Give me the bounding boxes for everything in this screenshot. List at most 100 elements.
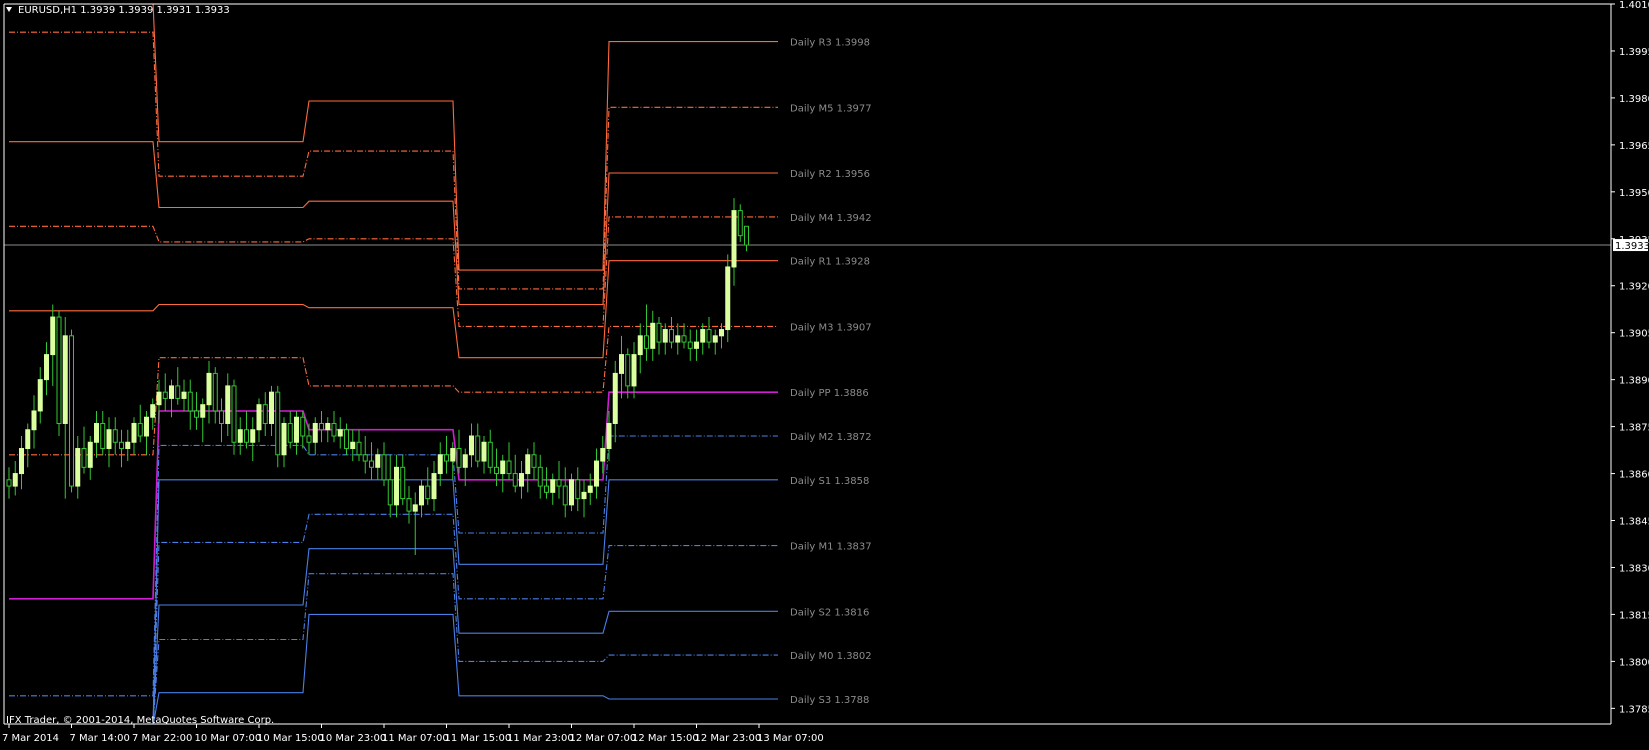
candle-body	[175, 385, 181, 399]
candle-body	[494, 466, 499, 475]
candle-body	[469, 435, 474, 456]
candle-body	[475, 435, 481, 462]
current-price-tag: 1.3933	[1613, 239, 1649, 252]
level-label-r2: Daily R2 1.3956	[790, 169, 870, 180]
candle-body	[387, 479, 393, 506]
candle-body	[556, 479, 562, 487]
candle-body	[25, 429, 31, 450]
level-label-s2: Daily S2 1.3816	[790, 607, 869, 618]
candle-body	[412, 504, 418, 512]
candle-body	[356, 441, 362, 456]
y-tick-label: 1.3980	[1619, 94, 1649, 105]
candle-body	[31, 410, 37, 431]
candle-body	[125, 441, 131, 450]
candle-body	[231, 385, 237, 443]
y-tick-label: 1.3905	[1619, 329, 1649, 340]
candle-body	[650, 322, 656, 349]
candle-body	[225, 385, 231, 424]
candle-body	[306, 435, 312, 443]
x-tick-label: 13 Mar 07:00	[757, 733, 824, 744]
level-label-m3: Daily M3 1.3907	[790, 322, 872, 333]
candle-body	[606, 422, 612, 450]
candle-body	[344, 429, 349, 450]
candle-body	[375, 454, 381, 468]
candle-body	[244, 429, 249, 443]
candle-body	[312, 422, 318, 443]
candle	[725, 254, 731, 343]
level-label-r3: Daily R3 1.3998	[790, 38, 870, 49]
candle-body	[6, 479, 12, 487]
candle-body	[381, 454, 387, 481]
candle-body	[644, 335, 649, 349]
candle-body	[706, 329, 712, 343]
y-tick-label: 1.4010	[1619, 0, 1649, 11]
candle-body	[431, 473, 437, 500]
x-tick-label: 7 Mar 22:00	[132, 733, 192, 744]
candle-body	[350, 441, 356, 450]
candle-body	[544, 485, 549, 493]
candle-body	[62, 335, 68, 424]
candle-body	[525, 454, 531, 475]
candle-body	[500, 460, 506, 475]
candle-body	[700, 329, 706, 343]
candle-body	[187, 391, 193, 412]
symbol-info: EURUSD,H1 1.3939 1.3939 1.3931 1.3933	[18, 5, 230, 16]
candle-body	[631, 354, 637, 387]
candle-body	[156, 391, 162, 406]
candle-body	[331, 422, 337, 437]
candle-body	[256, 404, 262, 431]
candle-body	[56, 316, 62, 424]
y-tick-label: 1.3995	[1619, 47, 1649, 58]
candle-body	[712, 335, 718, 343]
candle-body	[637, 335, 643, 356]
y-tick-label: 1.3860	[1619, 470, 1649, 481]
x-tick-label: 7 Mar 2014	[2, 733, 59, 744]
y-tick-label: 1.3890	[1619, 376, 1649, 387]
candle-body	[294, 416, 299, 443]
candle-body	[181, 391, 187, 399]
candle-body	[319, 422, 324, 431]
candle-body	[81, 448, 87, 468]
level-label-m4: Daily M4 1.3942	[790, 213, 872, 224]
candle-body	[600, 448, 606, 462]
y-tick-label: 1.3815	[1619, 610, 1649, 621]
candle-body	[537, 466, 543, 487]
candle-body	[369, 460, 374, 468]
y-tick-label: 1.3800	[1619, 657, 1649, 668]
candle-body	[587, 485, 593, 493]
copyright-text: IFX Trader, © 2001-2014, MetaQuotes Soft…	[6, 715, 274, 726]
x-tick-label: 11 Mar 07:00	[382, 733, 449, 744]
candle-body	[550, 479, 556, 493]
candle-body	[12, 473, 18, 487]
x-tick-label: 10 Mar 07:00	[195, 733, 262, 744]
candle-body	[394, 466, 399, 506]
x-tick-label: 11 Mar 23:00	[507, 733, 574, 744]
candle-body	[275, 391, 281, 456]
y-tick-label: 1.3950	[1619, 188, 1649, 199]
candle-body	[569, 479, 574, 506]
candle-body	[437, 454, 443, 475]
candle	[275, 385, 281, 468]
candle-body	[200, 404, 206, 418]
candle-body	[419, 485, 424, 506]
candle-body	[581, 491, 587, 500]
chart-window[interactable]: Daily R3 1.3998 Daily M5 1.3977 Daily R2 1…	[0, 0, 1649, 746]
candle-body	[162, 391, 168, 399]
price-chart[interactable]: Daily R3 1.3998 Daily M5 1.3977 Daily R2 1…	[0, 0, 1649, 746]
x-tick-label: 12 Mar 07:00	[570, 733, 637, 744]
level-label-m2: Daily M2 1.3872	[790, 432, 872, 443]
candle-body	[481, 441, 487, 462]
candle	[56, 310, 62, 436]
candle-body	[456, 448, 462, 468]
candle-body	[719, 329, 724, 337]
level-label-m5: Daily M5 1.3977	[790, 103, 872, 114]
candle-body	[575, 479, 581, 500]
y-tick-label: 1.3965	[1619, 141, 1649, 152]
candle-body	[50, 316, 56, 356]
x-tick-label: 12 Mar 15:00	[632, 733, 699, 744]
candle-body	[37, 379, 43, 412]
candle-body	[144, 416, 149, 437]
candle-body	[212, 372, 218, 412]
x-tick-label: 12 Mar 23:00	[695, 733, 762, 744]
candle-body	[237, 429, 243, 443]
